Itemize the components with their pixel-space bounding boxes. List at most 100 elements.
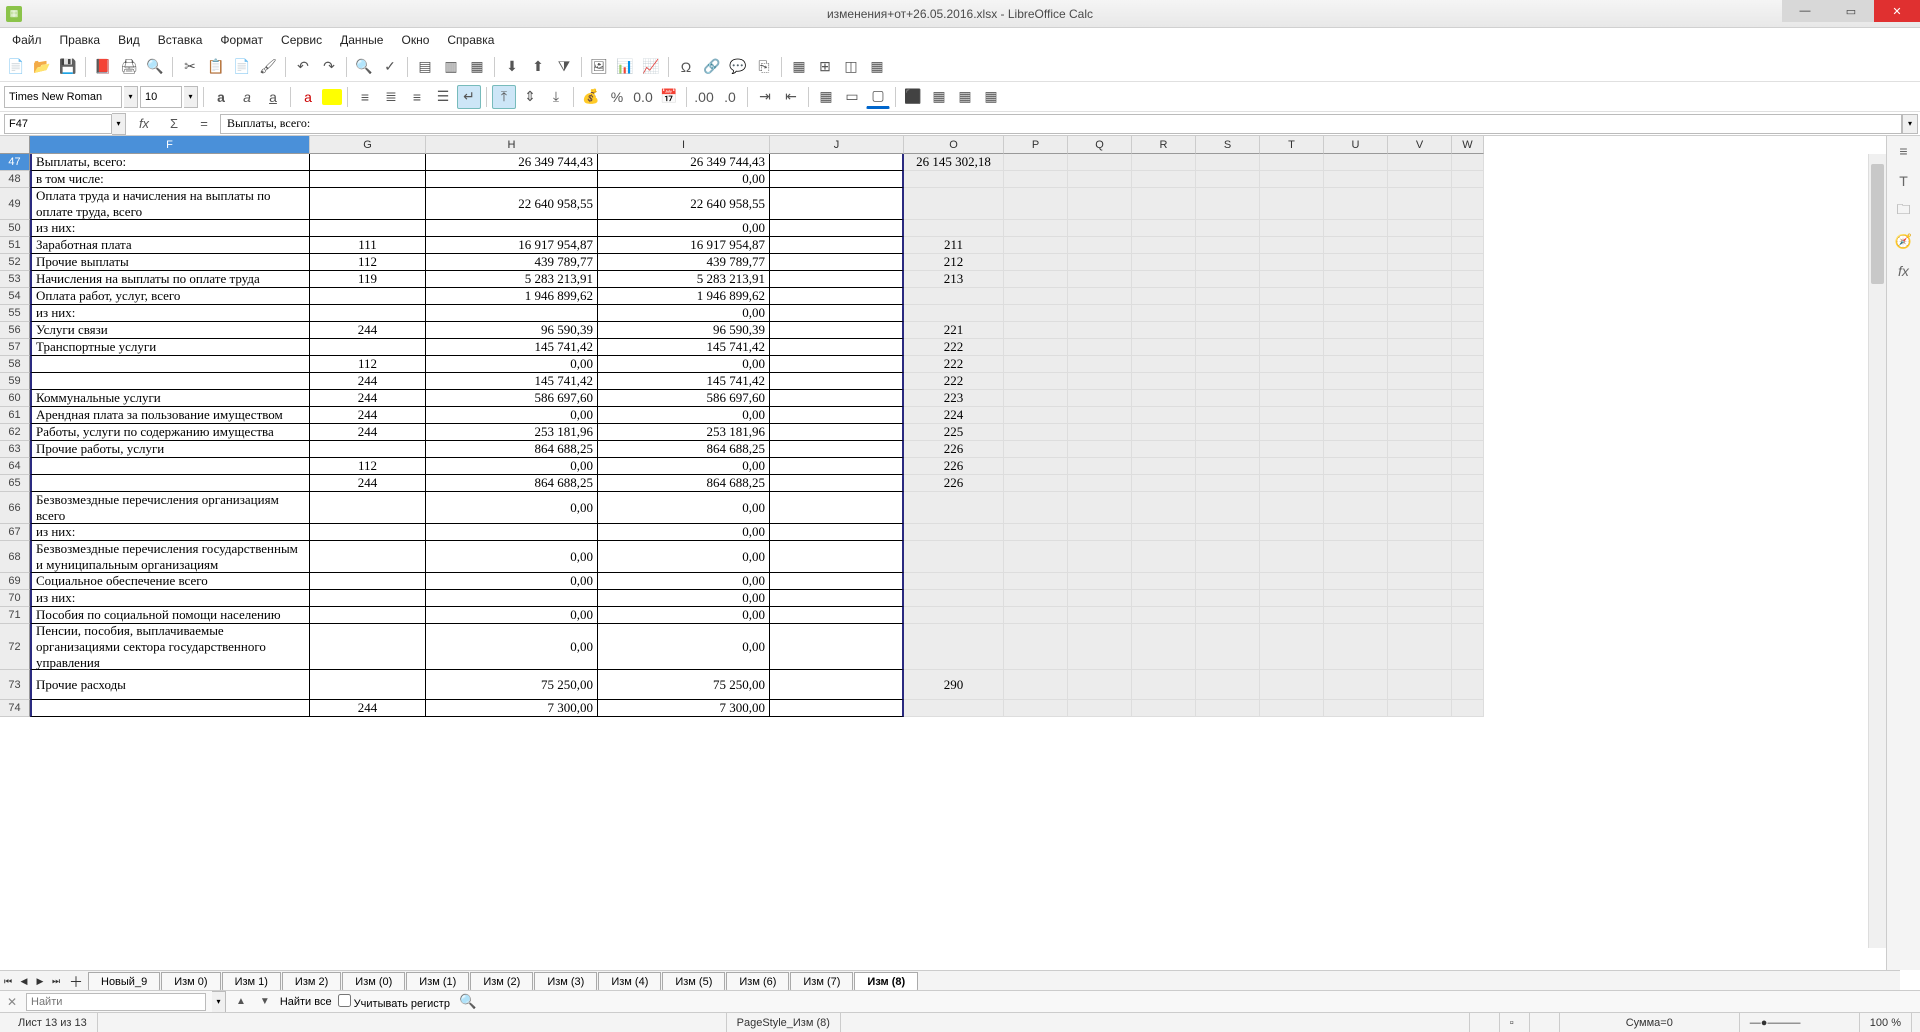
cell[interactable] [1196,541,1260,573]
italic-icon[interactable]: a [235,85,259,109]
cell[interactable] [1452,607,1484,624]
cell[interactable] [770,254,904,271]
cell[interactable] [1132,590,1196,607]
cellref-drop-icon[interactable]: ▾ [112,113,126,135]
print-icon[interactable]: 🖨 [117,55,141,79]
cell[interactable] [1260,607,1324,624]
cell[interactable] [904,590,1004,607]
cell[interactable] [1324,254,1388,271]
cell[interactable] [1260,154,1324,171]
row-header[interactable]: 73 [0,670,30,700]
row-header[interactable]: 65 [0,475,30,492]
preview-icon[interactable]: 🔍 [143,55,167,79]
cell[interactable] [1132,339,1196,356]
cell[interactable] [310,670,426,700]
cell[interactable] [1452,188,1484,220]
cell[interactable] [310,288,426,305]
cell[interactable] [1068,254,1132,271]
cell[interactable]: 439 789,77 [426,254,598,271]
cell[interactable] [1068,524,1132,541]
cell[interactable]: Безвозмездные перечисления организациям … [30,492,310,524]
cell[interactable] [1388,458,1452,475]
cell[interactable] [770,356,904,373]
cell[interactable] [1324,220,1388,237]
cell[interactable] [1068,188,1132,220]
sheet-tab[interactable]: Изм 2) [282,972,341,992]
cell[interactable] [1196,573,1260,590]
cell[interactable] [1068,356,1132,373]
cell[interactable] [1260,271,1324,288]
cell[interactable]: 1 946 899,62 [598,288,770,305]
cell[interactable] [1260,254,1324,271]
cell-reference-input[interactable] [4,114,112,134]
sort-desc-icon[interactable]: ⬆ [526,55,550,79]
row-icon[interactable]: ▤ [413,55,437,79]
border-style-icon[interactable]: ▭ [840,85,864,109]
cell[interactable]: Социальное обеспечение всего [30,573,310,590]
cell[interactable]: 22 640 958,55 [598,188,770,220]
column-header[interactable]: R [1132,136,1196,154]
cell[interactable]: 586 697,60 [426,390,598,407]
cell[interactable]: 222 [904,356,1004,373]
cell[interactable] [1196,254,1260,271]
cell[interactable]: 222 [904,339,1004,356]
cell[interactable]: Прочие работы, услуги [30,441,310,458]
cell[interactable] [1324,407,1388,424]
link-icon[interactable]: 🔗 [700,55,724,79]
cell[interactable]: Заработная плата [30,237,310,254]
open-icon[interactable]: 📂 [30,55,54,79]
cell[interactable] [1452,322,1484,339]
cell[interactable] [1004,154,1068,171]
cell[interactable] [310,607,426,624]
row-header[interactable]: 54 [0,288,30,305]
sheet-tab[interactable]: Изм 0) [161,972,220,992]
row-header[interactable]: 57 [0,339,30,356]
cell[interactable] [1388,670,1452,700]
spreadsheet-grid[interactable]: FGHIJOPQRSTUVW 47Выплаты, всего:26 349 7… [0,136,1886,970]
cell[interactable]: 253 181,96 [598,424,770,441]
cell[interactable] [1388,188,1452,220]
window-icon[interactable]: ◫ [839,55,863,79]
align-center-icon[interactable]: ≣ [379,85,403,109]
cell[interactable]: 26 349 744,43 [426,154,598,171]
cell[interactable] [1452,356,1484,373]
cell[interactable] [1004,573,1068,590]
row-header[interactable]: 66 [0,492,30,524]
cell[interactable] [1004,373,1068,390]
cell[interactable] [904,700,1004,717]
column-header[interactable]: Q [1068,136,1132,154]
cell[interactable] [1132,322,1196,339]
cell[interactable] [770,339,904,356]
cell[interactable] [426,590,598,607]
sidebar-gallery-icon[interactable]: 🗀 [1893,200,1915,222]
cell[interactable] [1132,220,1196,237]
cell[interactable] [1260,407,1324,424]
cell[interactable] [1260,237,1324,254]
cell[interactable] [1196,188,1260,220]
row-header[interactable]: 63 [0,441,30,458]
row-header[interactable]: 69 [0,573,30,590]
paste-icon[interactable]: 📄 [230,55,254,79]
status-page-style[interactable]: PageStyle_Изм (8) [727,1013,841,1032]
cell[interactable] [1260,441,1324,458]
cell[interactable]: 226 [904,475,1004,492]
cell[interactable] [770,441,904,458]
cell[interactable] [904,573,1004,590]
row-header[interactable]: 74 [0,700,30,717]
cell[interactable] [1068,700,1132,717]
cell[interactable] [1388,288,1452,305]
style3-icon[interactable]: ▦ [979,85,1003,109]
cell[interactable] [30,458,310,475]
cell[interactable] [1068,573,1132,590]
clone-format-icon[interactable]: 🖌 [256,55,280,79]
cell[interactable] [426,171,598,188]
cell[interactable] [1324,700,1388,717]
column-header[interactable]: U [1324,136,1388,154]
column-header[interactable]: O [904,136,1004,154]
cell[interactable] [1452,700,1484,717]
cell[interactable] [1132,356,1196,373]
cell[interactable] [1132,441,1196,458]
cell[interactable] [1068,305,1132,322]
cell[interactable] [1068,339,1132,356]
cell[interactable] [904,171,1004,188]
